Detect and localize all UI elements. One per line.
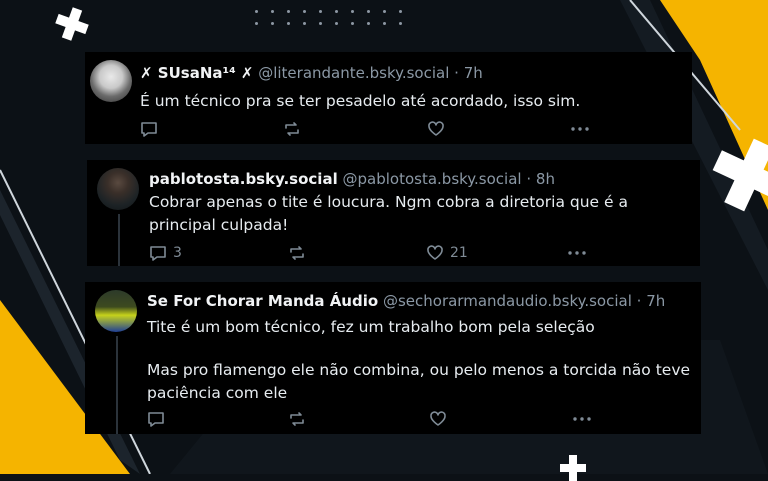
timestamp[interactable]: 7h — [464, 64, 483, 82]
separator: · — [454, 64, 459, 82]
reply-button[interactable] — [147, 410, 165, 428]
thread-line — [116, 336, 118, 434]
repost-button[interactable] — [288, 244, 312, 262]
repost-button[interactable] — [288, 410, 306, 428]
more-icon — [568, 251, 586, 255]
more-button[interactable] — [570, 120, 590, 138]
post-header: Se For Chorar Manda Áudio @sechorarmanda… — [147, 292, 665, 310]
thread-line — [118, 214, 120, 266]
like-count: 21 — [450, 245, 468, 261]
avatar[interactable] — [95, 290, 137, 332]
separator: · — [636, 292, 642, 310]
display-name[interactable]: ✗ SUsaNa¹⁴ ✗ — [140, 64, 253, 82]
post-card[interactable]: Se For Chorar Manda Áudio @sechorarmanda… — [85, 282, 701, 434]
post-text-line: Tite é um bom técnico, fez um trabalho b… — [147, 318, 595, 336]
more-icon — [571, 127, 589, 131]
post-actions: 3 21 — [149, 244, 689, 264]
repost-button[interactable] — [283, 120, 307, 138]
handle[interactable]: @sechorarmandaudio.bsky.social — [383, 292, 632, 310]
post-card[interactable]: ✗ SUsaNa¹⁴ ✗ @literandante.bsky.social ·… — [85, 52, 692, 144]
more-icon — [573, 417, 591, 421]
post-actions — [147, 410, 687, 430]
post-text: Cobrar apenas o tite é loucura. Ngm cobr… — [149, 193, 628, 234]
like-icon — [427, 245, 443, 260]
post-text-line: Mas pro flamengo ele não combina, ou pel… — [147, 361, 691, 402]
display-name[interactable]: pablotosta.bsky.social — [149, 170, 338, 188]
plus-icon — [560, 455, 586, 481]
reply-icon — [148, 412, 164, 427]
post-text: É um técnico pra se ter pesadelo até aco… — [140, 92, 581, 110]
handle[interactable]: @pablotosta.bsky.social — [343, 170, 522, 188]
dot-pattern — [255, 10, 405, 25]
reply-icon — [150, 246, 166, 261]
timestamp[interactable]: 8h — [536, 170, 555, 188]
more-button[interactable] — [567, 244, 587, 262]
avatar[interactable] — [97, 168, 139, 210]
like-icon — [430, 411, 446, 426]
timestamp[interactable]: 7h — [646, 292, 665, 310]
display-name[interactable]: Se For Chorar Manda Áudio — [147, 292, 378, 310]
like-button[interactable] — [427, 120, 451, 138]
reply-count: 3 — [173, 245, 182, 261]
like-icon — [428, 121, 444, 136]
repost-icon — [290, 412, 304, 426]
reply-button[interactable]: 3 — [149, 244, 182, 262]
separator: · — [526, 170, 532, 188]
plus-icon — [702, 128, 768, 221]
handle[interactable]: @literandante.bsky.social — [258, 64, 449, 82]
repost-icon — [285, 122, 299, 136]
more-button[interactable] — [572, 410, 592, 428]
repost-icon — [290, 246, 304, 260]
post-header: ✗ SUsaNa¹⁴ ✗ @literandante.bsky.social ·… — [140, 64, 483, 82]
post-card[interactable]: pablotosta.bsky.social @pablotosta.bsky.… — [87, 160, 700, 266]
post-actions — [140, 120, 680, 140]
reply-button[interactable] — [140, 120, 164, 138]
like-button[interactable]: 21 — [426, 244, 468, 262]
plus-icon — [51, 3, 92, 44]
reply-icon — [141, 122, 157, 137]
like-button[interactable] — [429, 410, 447, 428]
post-header: pablotosta.bsky.social @pablotosta.bsky.… — [149, 170, 555, 188]
avatar[interactable] — [90, 60, 132, 102]
